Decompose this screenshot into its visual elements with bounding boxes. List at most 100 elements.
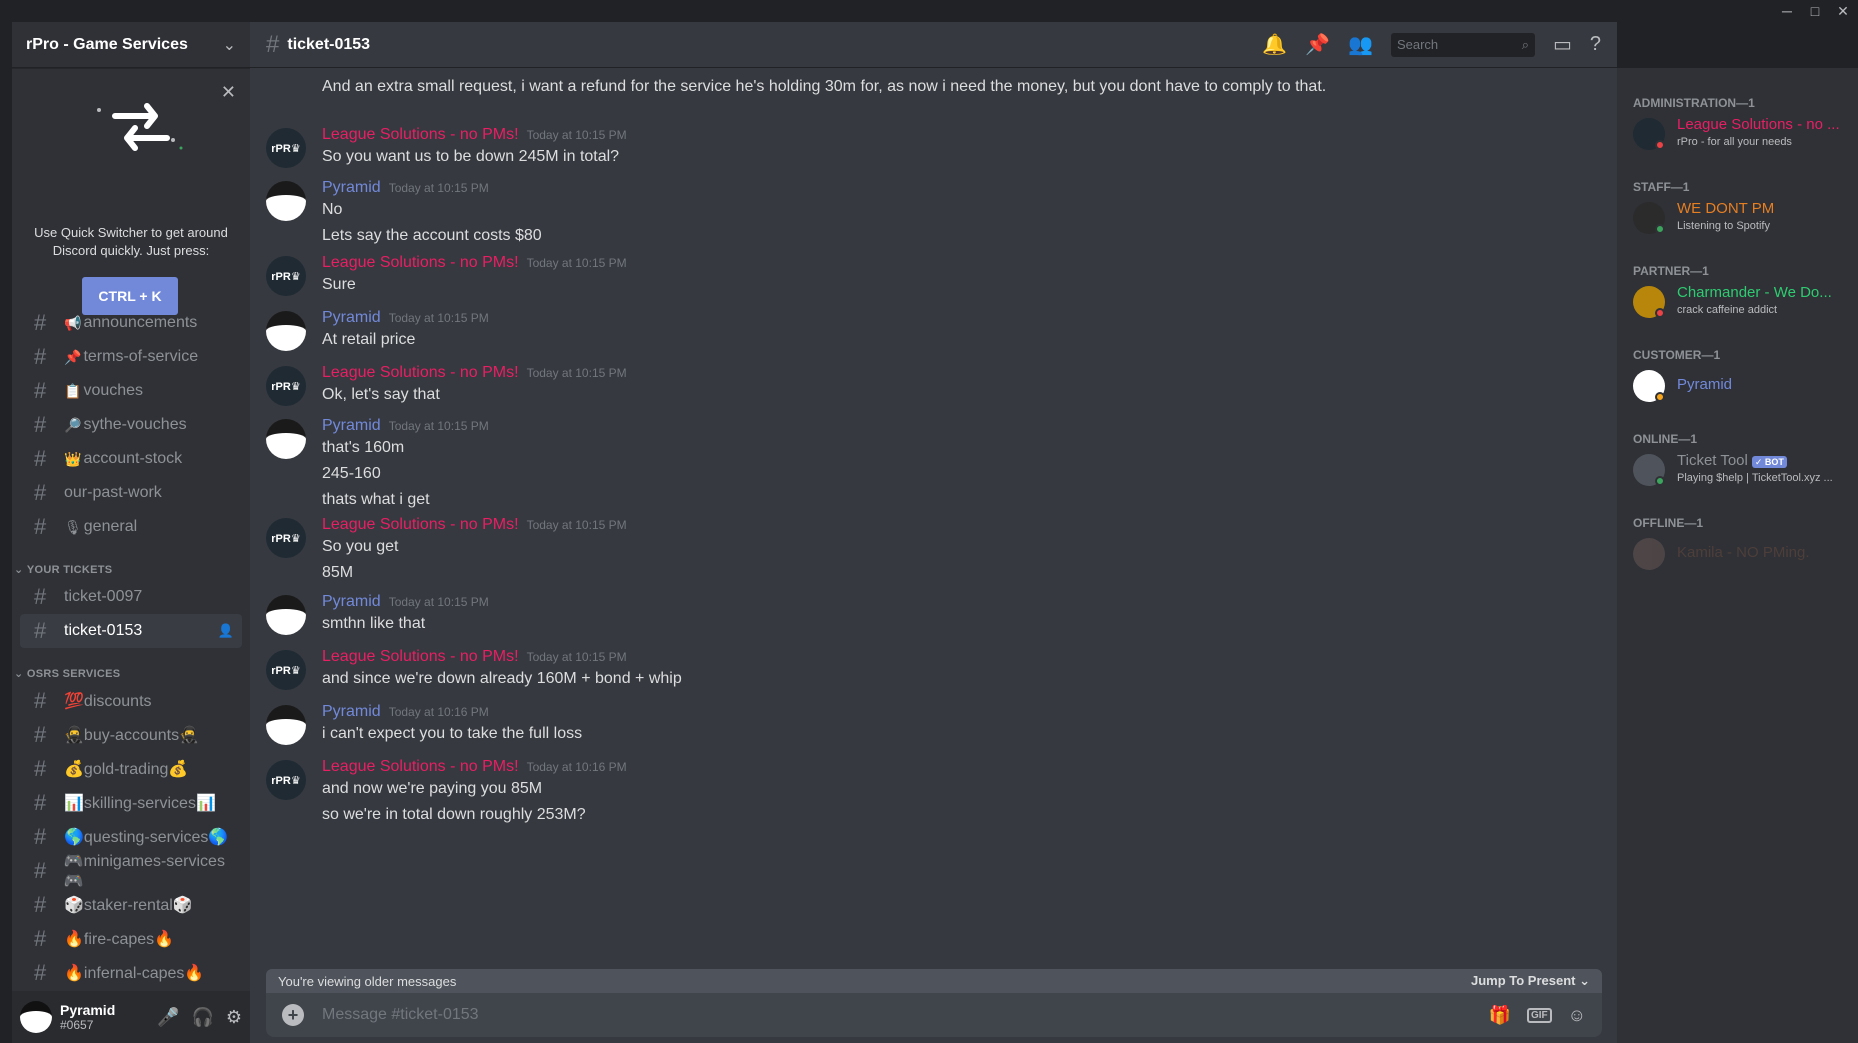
- channel-emoji: 📢: [64, 314, 82, 331]
- avatar[interactable]: rPR♛: [266, 650, 306, 690]
- message-author[interactable]: Pyramid Today at 10:15 PM: [322, 593, 489, 611]
- channel-ticket-0153[interactable]: # ticket-0153 👤: [20, 614, 242, 648]
- message-author[interactable]: League Solutions - no PMs! Today at 10:15…: [322, 126, 627, 144]
- message-text: Ok, let's say that: [322, 386, 440, 403]
- gear-icon[interactable]: ⚙: [226, 1007, 242, 1028]
- bell-icon[interactable]: 🔔: [1262, 32, 1287, 57]
- member-list-icon[interactable]: 👥: [1348, 32, 1373, 57]
- chevron-down-icon: ⌄: [14, 668, 27, 680]
- channel-account-stock[interactable]: # 👑 account-stock: [20, 442, 242, 476]
- status-indicator: [1655, 308, 1665, 318]
- message-input[interactable]: [320, 1005, 1489, 1025]
- message-author[interactable]: Pyramid Today at 10:15 PM: [322, 179, 489, 197]
- avatar[interactable]: rPR♛: [266, 366, 306, 406]
- message-author[interactable]: Pyramid Today at 10:15 PM: [322, 417, 489, 435]
- avatar[interactable]: [266, 705, 306, 745]
- channel-label: ticket-0153: [64, 622, 143, 639]
- maximize-icon[interactable]: □: [1802, 0, 1828, 22]
- emoji-icon[interactable]: ☺: [1568, 1005, 1586, 1026]
- minimize-icon[interactable]: ─: [1774, 0, 1800, 22]
- avatar[interactable]: rPR♛: [266, 760, 306, 800]
- message-author[interactable]: League Solutions - no PMs! Today at 10:15…: [322, 364, 627, 382]
- bot-badge: ✓ BOT: [1751, 456, 1787, 468]
- search-icon: ⌕: [1521, 36, 1529, 52]
- channel-label: 🌎questing-services🌎: [64, 829, 229, 846]
- jump-to-present-button[interactable]: Jump To Present ⌄: [1471, 973, 1590, 989]
- channel-minigames-services[interactable]: # 🎮minigames-services🎮: [20, 853, 242, 890]
- channel-general[interactable]: # 🎙 general: [20, 510, 242, 544]
- hash-icon: #: [34, 378, 47, 403]
- status-indicator: [1655, 224, 1665, 234]
- hash-icon: #: [34, 688, 47, 713]
- message-author[interactable]: League Solutions - no PMs! Today at 10:15…: [322, 516, 627, 534]
- channel-buy-accounts[interactable]: # 🥷buy-accounts🥷: [20, 718, 242, 752]
- avatar[interactable]: rPR♛: [266, 256, 306, 296]
- status-indicator: [1655, 392, 1665, 402]
- message-timestamp: Today at 10:15 PM: [526, 256, 627, 270]
- close-icon[interactable]: ✕: [221, 82, 236, 103]
- add-member-icon[interactable]: 👤: [218, 623, 234, 639]
- message-author[interactable]: League Solutions - no PMs! Today at 10:16…: [322, 758, 627, 776]
- pin-icon[interactable]: 📌: [1305, 32, 1330, 57]
- author-name: Pyramid: [322, 703, 381, 720]
- message-text: Sure: [322, 276, 356, 293]
- member-item[interactable]: Pyramid: [1633, 366, 1853, 406]
- member-status: Playing $help | TicketTool.xyz ...: [1677, 472, 1833, 484]
- avatar[interactable]: [266, 311, 306, 351]
- avatar[interactable]: [20, 1001, 52, 1033]
- member-item[interactable]: Ticket Tool ✓ BOT Playing $help | TicketTo…: [1633, 450, 1853, 490]
- avatar[interactable]: [266, 595, 306, 635]
- search-placeholder: Search: [1396, 37, 1439, 52]
- avatar[interactable]: [266, 419, 306, 459]
- member-item[interactable]: Charmander - We Do... crack caffeine addi…: [1633, 282, 1853, 322]
- channel-terms-of-service[interactable]: # 📌 terms-of-service: [20, 340, 242, 374]
- channel-infernal-capes[interactable]: # 🔥infernal-capes🔥: [20, 956, 242, 990]
- add-attachment-icon[interactable]: +: [282, 1004, 304, 1026]
- gift-icon[interactable]: 🎁: [1489, 1005, 1511, 1026]
- message-author[interactable]: League Solutions - no PMs! Today at 10:15…: [322, 254, 627, 272]
- channel-vouches[interactable]: # 📋 vouches: [20, 374, 242, 408]
- message-text: 245-160: [322, 465, 381, 482]
- channel-staker-rental[interactable]: # 🎲staker-rental🎲: [20, 888, 242, 922]
- member-name-text: WE DONT PM: [1677, 200, 1775, 217]
- hash-icon: #: [34, 960, 47, 985]
- category-your-tickets[interactable]: ⌄ YOUR TICKETS: [12, 552, 250, 580]
- mute-microphone-icon[interactable]: 🎤: [157, 1007, 179, 1028]
- channel-announcements[interactable]: # 📢 announcements: [20, 306, 242, 340]
- member-item[interactable]: League Solutions - no ... rPro - for all …: [1633, 114, 1853, 154]
- member-item[interactable]: Kamila - NO PMing.: [1633, 534, 1853, 574]
- help-icon[interactable]: ?: [1590, 33, 1601, 56]
- member-category-label: CUSTOMER—1: [1633, 348, 1721, 362]
- avatar[interactable]: [266, 181, 306, 221]
- channel-emoji: 👑: [64, 450, 82, 467]
- message-author[interactable]: League Solutions - no PMs! Today at 10:15…: [322, 648, 627, 666]
- quick-switcher-tip: ✕ Use Quick Switcher to get around Disco…: [12, 68, 250, 315]
- close-icon[interactable]: ✕: [1830, 0, 1856, 22]
- search-input[interactable]: Search ⌕: [1390, 32, 1535, 57]
- member-item[interactable]: WE DONT PM Listening to Spotify: [1633, 198, 1853, 238]
- window-titlebar: ─ □ ✕: [0, 0, 1858, 22]
- category-osrs-services[interactable]: ⌄ OSRS SERVICES: [12, 656, 250, 684]
- channel-label: 💰gold-trading💰: [64, 761, 189, 778]
- channel-skilling-services[interactable]: # 📊skilling-services📊: [20, 786, 242, 820]
- channel-ticket-0097[interactable]: # ticket-0097: [20, 580, 242, 614]
- inbox-icon[interactable]: ▭: [1553, 32, 1572, 57]
- author-name: League Solutions - no PMs!: [322, 516, 519, 533]
- channel-discounts[interactable]: # 💯discounts: [20, 684, 242, 718]
- channel-label: ticket-0097: [64, 588, 143, 605]
- message-text: smthn like that: [322, 615, 426, 632]
- avatar[interactable]: rPR♛: [266, 128, 306, 168]
- channel-fire-capes[interactable]: # 🔥fire-capes🔥: [20, 922, 242, 956]
- channel-gold-trading[interactable]: # 💰gold-trading💰: [20, 752, 242, 786]
- avatar[interactable]: rPR♛: [266, 518, 306, 558]
- channel-our-past-work[interactable]: # our-past-work: [20, 476, 242, 510]
- channel-sythe-vouches[interactable]: # 🔎 sythe-vouches: [20, 408, 242, 442]
- message-author[interactable]: Pyramid Today at 10:16 PM: [322, 703, 489, 721]
- gif-icon[interactable]: GIF: [1526, 1007, 1552, 1023]
- member-category-label: OFFLINE—1: [1633, 516, 1704, 530]
- member-category-label: ONLINE—1: [1633, 432, 1698, 446]
- headphones-icon[interactable]: 🎧: [191, 1007, 213, 1028]
- channel-questing-services[interactable]: # 🌎questing-services🌎: [20, 820, 242, 854]
- message-author[interactable]: Pyramid Today at 10:15 PM: [322, 309, 489, 327]
- server-header[interactable]: rPro - Game Services ⌄: [12, 22, 250, 68]
